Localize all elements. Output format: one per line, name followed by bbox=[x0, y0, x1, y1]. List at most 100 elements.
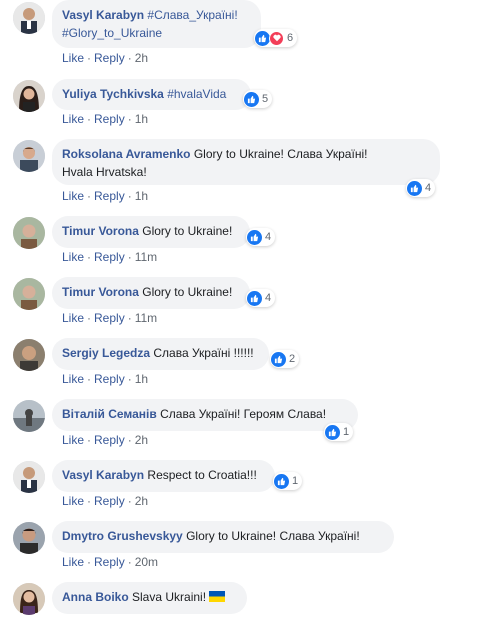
separator-dot: · bbox=[127, 51, 132, 65]
separator-dot: · bbox=[127, 250, 132, 264]
like-link[interactable]: Like bbox=[62, 494, 84, 508]
ukraine-flag-icon bbox=[209, 591, 226, 602]
reply-link[interactable]: Reply bbox=[94, 433, 125, 447]
comment-author[interactable]: Vasyl Karabyn bbox=[62, 468, 144, 482]
avatar[interactable] bbox=[13, 80, 45, 112]
reply-link[interactable]: Reply bbox=[94, 555, 125, 569]
reaction-count: 4 bbox=[265, 231, 272, 243]
comment-author[interactable]: Vasyl Karabyn bbox=[62, 8, 144, 22]
separator-dot: · bbox=[87, 51, 92, 65]
comment-bubble: Sergiy Legedza Слава Україні !!!!!! bbox=[52, 338, 269, 370]
avatar[interactable] bbox=[13, 140, 45, 172]
avatar[interactable] bbox=[13, 522, 45, 554]
like-link[interactable]: Like bbox=[62, 189, 84, 203]
reaction-summary[interactable]: 4 bbox=[246, 228, 276, 246]
reaction-summary[interactable]: 6 bbox=[254, 29, 298, 47]
comment-text: Слава Україні! Героям Слава! bbox=[160, 407, 327, 421]
timestamp[interactable]: 2h bbox=[135, 494, 148, 508]
separator-dot: · bbox=[127, 189, 132, 203]
like-link[interactable]: Like bbox=[62, 51, 84, 65]
love-reaction-icon bbox=[269, 30, 284, 46]
separator-dot: · bbox=[87, 494, 92, 508]
reaction-count: 4 bbox=[425, 182, 432, 194]
reaction-summary[interactable]: 2 bbox=[270, 350, 300, 368]
like-link[interactable]: Like bbox=[62, 372, 84, 386]
separator-dot: · bbox=[127, 555, 132, 569]
reply-link[interactable]: Reply bbox=[94, 494, 125, 508]
separator-dot: · bbox=[127, 112, 132, 126]
reply-link[interactable]: Reply bbox=[94, 112, 125, 126]
reaction-summary[interactable]: 1 bbox=[324, 423, 354, 441]
comment-author[interactable]: Timur Vorona bbox=[62, 285, 139, 299]
timestamp[interactable]: 2h bbox=[135, 433, 148, 447]
reply-link[interactable]: Reply bbox=[94, 372, 125, 386]
like-link[interactable]: Like bbox=[62, 112, 84, 126]
like-link[interactable]: Like bbox=[62, 555, 84, 569]
timestamp[interactable]: 2h bbox=[135, 51, 148, 65]
timestamp[interactable]: 11m bbox=[135, 311, 157, 325]
like-reaction-icon bbox=[244, 91, 259, 107]
comment-author[interactable]: Sergiy Legedza bbox=[62, 346, 150, 360]
like-reaction-icon bbox=[247, 290, 262, 306]
comment-author[interactable]: Yuliya Tychkivska bbox=[62, 87, 164, 101]
like-reaction-icon bbox=[271, 351, 286, 367]
avatar[interactable] bbox=[13, 583, 45, 615]
avatar[interactable] bbox=[13, 339, 45, 371]
comment-author[interactable]: Timur Vorona bbox=[62, 224, 139, 238]
reply-link[interactable]: Reply bbox=[94, 250, 125, 264]
comment-text: Respect to Croatia!!! bbox=[147, 468, 257, 482]
timestamp[interactable]: 1h bbox=[135, 189, 148, 203]
like-reaction-icon bbox=[255, 30, 270, 46]
comment-actions: Like · Reply · 1h bbox=[62, 112, 148, 126]
reaction-count: 1 bbox=[343, 426, 350, 438]
comment-bubble: Timur Vorona Glory to Ukraine! bbox=[52, 216, 250, 248]
comment-actions: Like · Reply · 2h bbox=[62, 494, 148, 508]
reaction-summary[interactable]: 5 bbox=[243, 90, 273, 108]
reaction-count: 2 bbox=[289, 353, 296, 365]
like-link[interactable]: Like bbox=[62, 311, 84, 325]
separator-dot: · bbox=[87, 311, 92, 325]
reply-link[interactable]: Reply bbox=[94, 311, 125, 325]
like-link[interactable]: Like bbox=[62, 433, 84, 447]
reaction-summary[interactable]: 4 bbox=[246, 289, 276, 307]
timestamp[interactable]: 20m bbox=[135, 555, 158, 569]
comment-author[interactable]: Віталій Семанів bbox=[62, 407, 157, 421]
separator-dot: · bbox=[87, 372, 92, 386]
reaction-summary[interactable]: 4 bbox=[406, 179, 436, 197]
comment-author[interactable]: Dmytro Grushevskyy bbox=[62, 529, 183, 543]
comment-author[interactable]: Roksolana Avramenko bbox=[62, 147, 191, 161]
avatar[interactable] bbox=[13, 2, 45, 34]
separator-dot: · bbox=[127, 494, 132, 508]
like-link[interactable]: Like bbox=[62, 250, 84, 264]
hashtag-link[interactable]: #hvalaVida bbox=[167, 87, 226, 101]
like-reaction-icon bbox=[325, 424, 340, 440]
comment-author[interactable]: Anna Boiko bbox=[62, 590, 129, 604]
comment-bubble: Віталій Семанів Слава Україні! Героям Сл… bbox=[52, 399, 358, 431]
reply-link[interactable]: Reply bbox=[94, 51, 125, 65]
comment-text: Слава Україні !!!!!! bbox=[153, 346, 254, 360]
separator-dot: · bbox=[87, 555, 92, 569]
reaction-summary[interactable]: 1 bbox=[273, 472, 303, 490]
comment-actions: Like · Reply · 11m bbox=[62, 311, 157, 325]
avatar[interactable] bbox=[13, 461, 45, 493]
separator-dot: · bbox=[87, 189, 92, 203]
like-reaction-icon bbox=[407, 180, 422, 196]
reaction-count: 4 bbox=[265, 292, 272, 304]
like-reaction-icon bbox=[247, 229, 262, 245]
avatar[interactable] bbox=[13, 400, 45, 432]
comment-actions: Like · Reply · 1h bbox=[62, 372, 148, 386]
separator-dot: · bbox=[87, 433, 92, 447]
separator-dot: · bbox=[87, 250, 92, 264]
timestamp[interactable]: 1h bbox=[135, 112, 148, 126]
comment-actions: Like · Reply · 1h bbox=[62, 189, 148, 203]
avatar[interactable] bbox=[13, 278, 45, 310]
comment-bubble: Yuliya Tychkivska #hvalaVida bbox=[52, 79, 251, 110]
comment-bubble: Vasyl Karabyn Respect to Croatia!!! bbox=[52, 460, 275, 492]
reaction-count: 5 bbox=[262, 93, 269, 105]
avatar[interactable] bbox=[13, 217, 45, 249]
timestamp[interactable]: 1h bbox=[135, 372, 148, 386]
comment-actions: Like · Reply · 20m bbox=[62, 555, 158, 569]
comment-actions: Like · Reply · 11m bbox=[62, 250, 157, 264]
reply-link[interactable]: Reply bbox=[94, 189, 125, 203]
timestamp[interactable]: 11m bbox=[135, 250, 157, 264]
